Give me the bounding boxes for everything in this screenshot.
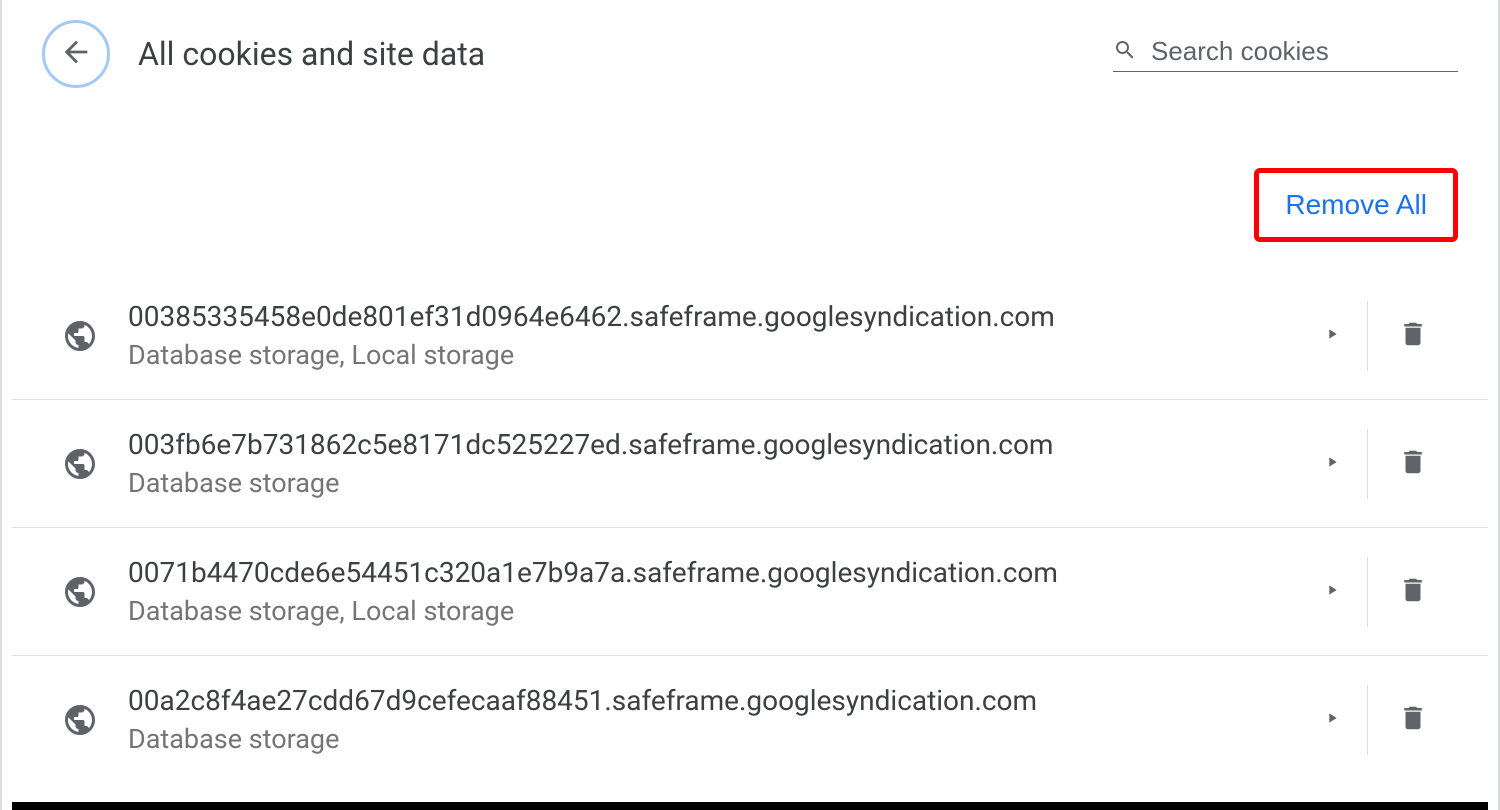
site-info: 0071b4470cde6e54451c320a1e7b9a7a.safefra…: [128, 556, 1267, 627]
site-info: 00a2c8f4ae27cdd67d9cefecaaf88451.safefra…: [128, 684, 1267, 755]
search-input[interactable]: [1151, 36, 1458, 67]
site-row[interactable]: 00a2c8f4ae27cdd67d9cefecaaf88451.safefra…: [12, 656, 1488, 783]
delete-button[interactable]: [1368, 429, 1458, 499]
remove-all-button[interactable]: Remove All: [1254, 168, 1458, 242]
delete-button[interactable]: [1368, 301, 1458, 371]
globe-icon: [62, 318, 98, 354]
chevron-right-icon: [1324, 582, 1340, 602]
bottom-bar: [12, 802, 1488, 810]
delete-button[interactable]: [1368, 557, 1458, 627]
back-button[interactable]: [42, 20, 110, 88]
site-info: 00385335458e0de801ef31d0964e6462.safefra…: [128, 300, 1267, 371]
trash-icon: [1398, 701, 1428, 739]
actions-row: Remove All: [12, 88, 1488, 272]
row-controls: [1297, 685, 1458, 755]
site-list: 00385335458e0de801ef31d0964e6462.safefra…: [12, 272, 1488, 783]
globe-icon: [62, 446, 98, 482]
chevron-right-icon: [1324, 454, 1340, 474]
trash-icon: [1398, 445, 1428, 483]
site-info: 003fb6e7b731862c5e8171dc525227ed.safefra…: [128, 428, 1267, 499]
site-storage: Database storage: [128, 723, 1267, 755]
search-icon: [1113, 38, 1137, 66]
row-controls: [1297, 301, 1458, 371]
site-domain: 00a2c8f4ae27cdd67d9cefecaaf88451.safefra…: [128, 684, 1267, 717]
globe-icon: [62, 702, 98, 738]
page-title: All cookies and site data: [138, 35, 1085, 73]
site-storage: Database storage, Local storage: [128, 339, 1267, 371]
site-domain: 0071b4470cde6e54451c320a1e7b9a7a.safefra…: [128, 556, 1267, 589]
site-row[interactable]: 00385335458e0de801ef31d0964e6462.safefra…: [12, 272, 1488, 400]
site-row[interactable]: 003fb6e7b731862c5e8171dc525227ed.safefra…: [12, 400, 1488, 528]
header: All cookies and site data: [12, 0, 1488, 88]
expand-button[interactable]: [1297, 557, 1367, 627]
trash-icon: [1398, 573, 1428, 611]
site-row[interactable]: 0071b4470cde6e54451c320a1e7b9a7a.safefra…: [12, 528, 1488, 656]
site-domain: 00385335458e0de801ef31d0964e6462.safefra…: [128, 300, 1267, 333]
arrow-left-icon: [59, 35, 93, 73]
globe-icon: [62, 574, 98, 610]
chevron-right-icon: [1324, 326, 1340, 346]
site-domain: 003fb6e7b731862c5e8171dc525227ed.safefra…: [128, 428, 1267, 461]
delete-button[interactable]: [1368, 685, 1458, 755]
expand-button[interactable]: [1297, 429, 1367, 499]
expand-button[interactable]: [1297, 685, 1367, 755]
site-storage: Database storage, Local storage: [128, 595, 1267, 627]
trash-icon: [1398, 317, 1428, 355]
chevron-right-icon: [1324, 710, 1340, 730]
search-field[interactable]: [1113, 36, 1458, 72]
expand-button[interactable]: [1297, 301, 1367, 371]
row-controls: [1297, 557, 1458, 627]
site-storage: Database storage: [128, 467, 1267, 499]
row-controls: [1297, 429, 1458, 499]
